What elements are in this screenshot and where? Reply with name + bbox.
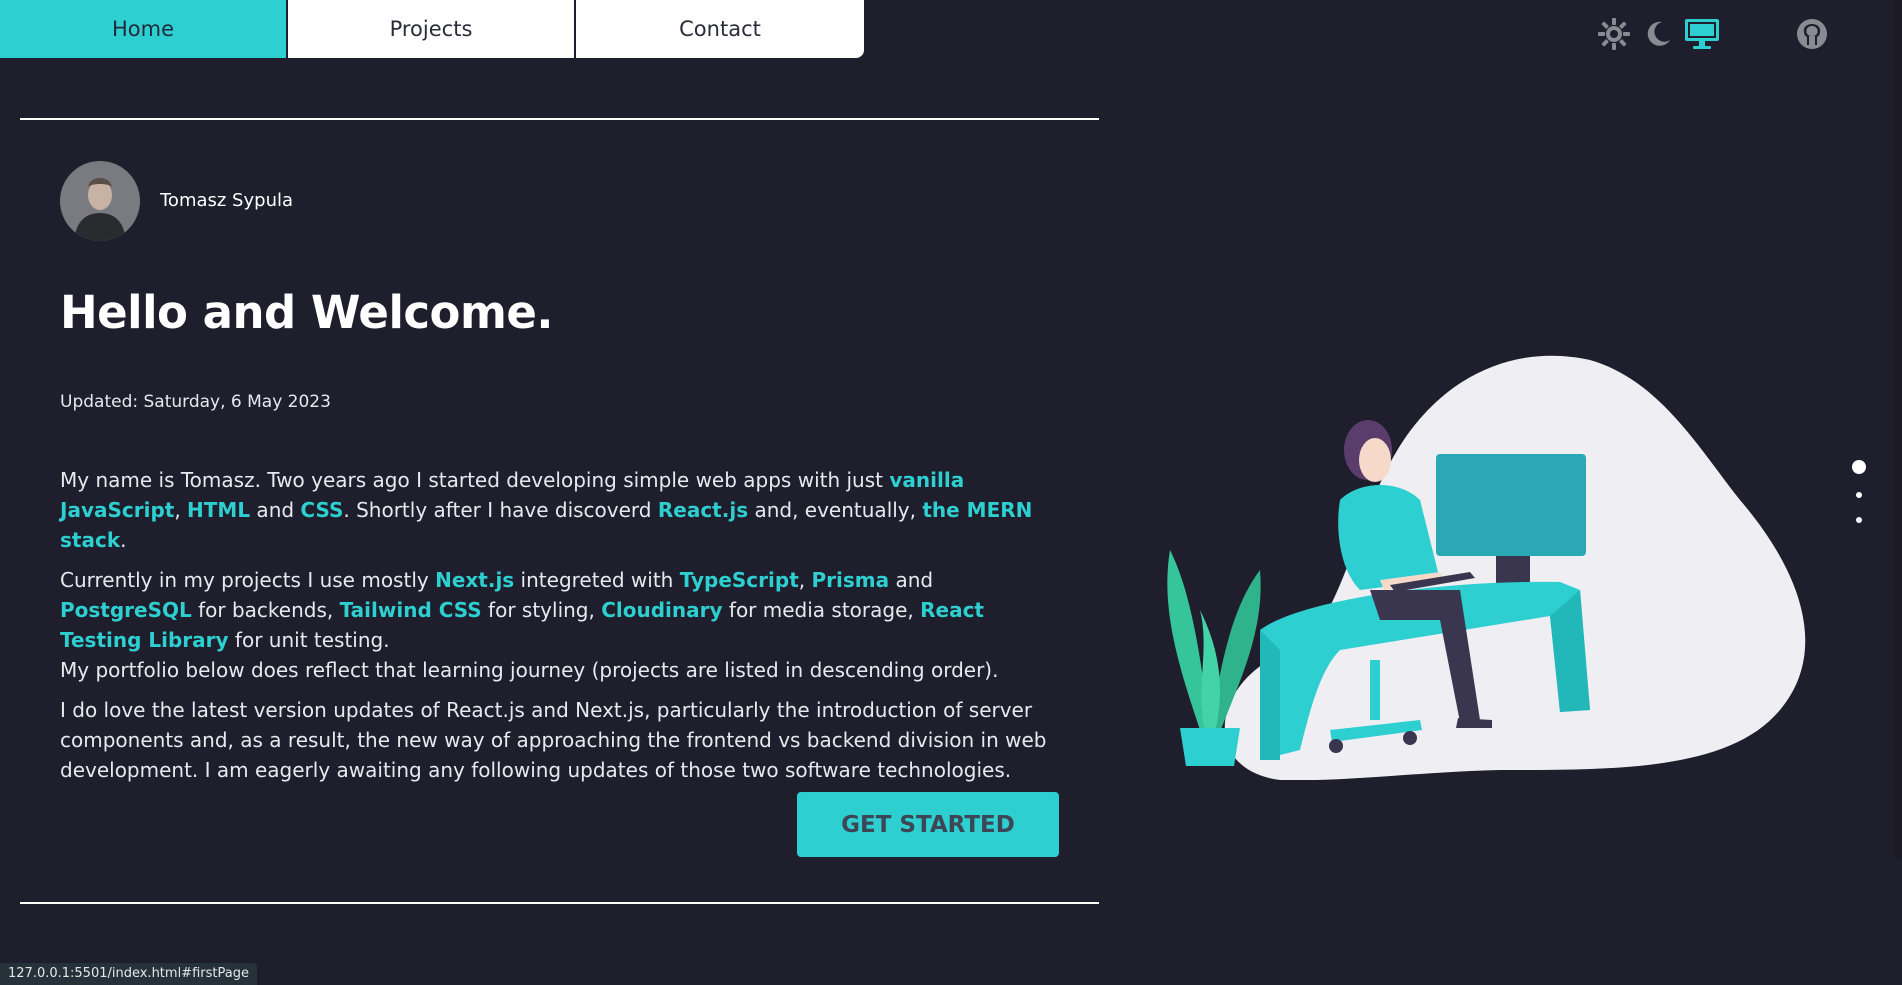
tab-contact-label: Contact — [679, 17, 761, 41]
main-nav: Home Projects Contact — [0, 0, 864, 58]
moon-icon[interactable] — [1638, 14, 1678, 54]
intro-paragraph-4: I do love the latest version updates of … — [60, 698, 1047, 782]
tab-home-label: Home — [111, 17, 174, 41]
page-title: Hello and Welcome. — [60, 286, 553, 339]
tech-cloudinary: Cloudinary — [601, 598, 723, 622]
github-icon[interactable] — [1792, 14, 1832, 54]
intro-paragraph-2: Currently in my projects I use mostly Ne… — [60, 568, 984, 652]
tech-css: CSS — [300, 498, 344, 522]
tech-postgresql: PostgreSQL — [60, 598, 192, 622]
tech-prisma: Prisma — [811, 568, 890, 592]
tech-tailwind: Tailwind CSS — [339, 598, 482, 622]
intro-paragraph-3: My portfolio below does reflect that lea… — [60, 658, 999, 682]
section-dot-2[interactable] — [1856, 492, 1862, 498]
tab-projects-label: Projects — [389, 17, 473, 41]
profile-name: Tomasz Sypula — [160, 190, 294, 211]
tech-react: React.js — [657, 498, 749, 522]
tab-projects[interactable]: Projects — [288, 0, 576, 58]
sun-icon[interactable] — [1594, 14, 1634, 54]
monitor-icon[interactable] — [1682, 14, 1722, 54]
scrollbar[interactable] — [1894, 0, 1902, 860]
updated-date: Updated: Saturday, 6 May 2023 — [60, 392, 331, 412]
top-divider — [20, 118, 1099, 120]
top-icons — [1598, 14, 1902, 54]
avatar — [60, 161, 140, 241]
tech-html: HTML — [187, 498, 251, 522]
section-dot-1[interactable] — [1852, 460, 1866, 474]
tab-contact[interactable]: Contact — [576, 0, 864, 58]
tech-typescript: TypeScript — [679, 568, 799, 592]
tech-nextjs: Next.js — [435, 568, 515, 592]
intro-paragraph-1: My name is Tomasz. Two years ago I start… — [60, 468, 1033, 552]
section-dot-3[interactable] — [1856, 517, 1862, 523]
get-started-button[interactable]: GET STARTED — [797, 792, 1059, 857]
hero-illustration — [1140, 350, 1830, 781]
monitor-shape — [1436, 454, 1586, 556]
status-bar-url: 127.0.0.1:5501/index.html#firstPage — [0, 963, 257, 985]
tab-home[interactable]: Home — [0, 0, 288, 58]
intro-text: My name is Tomasz. Two years ago I start… — [60, 465, 1070, 795]
bottom-divider — [20, 902, 1099, 904]
